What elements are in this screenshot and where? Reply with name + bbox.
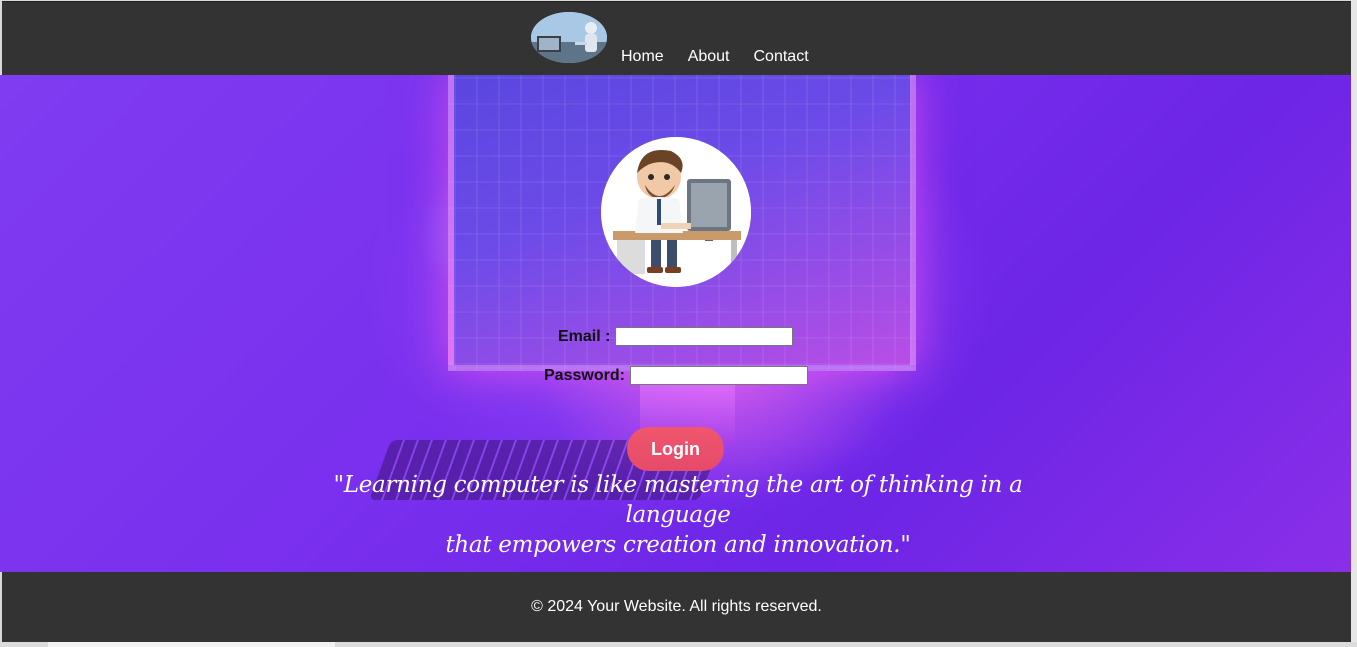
robot-logo-icon[interactable] (531, 12, 607, 63)
copyright-text: © 2024 Your Website. All rights reserved… (531, 598, 822, 615)
inspirational-quote: "Learning computer is like mastering the… (300, 470, 1056, 560)
login-button[interactable]: Login (627, 427, 724, 471)
nav-about-link[interactable]: About (688, 48, 730, 66)
email-field[interactable] (615, 327, 794, 346)
page: Home About Contact Email: Password: Log… (0, 0, 1357, 647)
bottom-window-edge (0, 642, 1357, 647)
site-footer: © 2024 Your Website. All rights reserved… (2, 572, 1351, 642)
vertical-scrollbar[interactable] (1351, 0, 1357, 647)
user-avatar-icon (601, 137, 751, 287)
taskbar-segment (48, 642, 335, 647)
password-field[interactable] (629, 366, 808, 385)
email-label: Email : (558, 327, 611, 345)
site-header: Home About Contact (2, 1, 1351, 76)
password-label: Password: (544, 366, 625, 384)
hero-section: Email : Password: Login "Learning comput… (0, 75, 1351, 572)
email-row: Email : (558, 327, 794, 346)
nav-home-link[interactable]: Home (621, 48, 664, 66)
quote-line-2: that empowers creation and innovation." (445, 532, 911, 558)
password-row: Password: (544, 366, 808, 385)
main-nav: Home About Contact (621, 48, 833, 66)
nav-contact-link[interactable]: Contact (754, 48, 809, 66)
quote-line-1: "Learning computer is like mastering the… (333, 472, 1023, 528)
